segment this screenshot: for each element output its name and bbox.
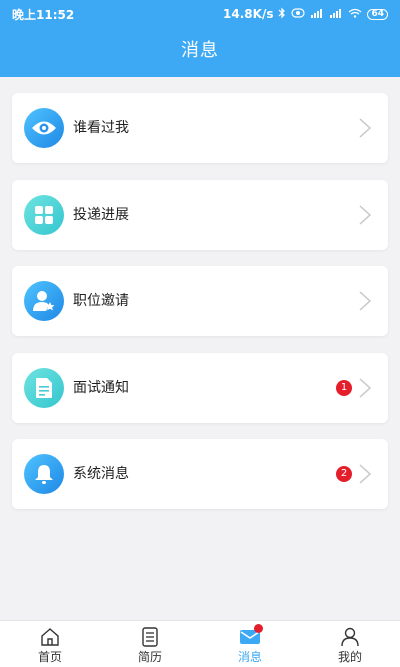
list-item-job-invitation[interactable]: 职位邀请 — [12, 266, 388, 336]
status-bar: 晚上11:52 14.8K/s 64 — [0, 0, 400, 28]
signal-icon-2 — [329, 7, 343, 21]
status-indicators: 14.8K/s 64 — [223, 7, 388, 22]
list-item-label: 职位邀请 — [73, 293, 129, 309]
eye-comfort-icon — [291, 7, 306, 21]
list-item-label: 投递进展 — [73, 207, 129, 223]
grid-icon — [24, 195, 64, 235]
header-bar: 晚上11:52 14.8K/s 64 消息 — [0, 0, 400, 77]
mail-icon — [239, 624, 263, 647]
list-item-label: 谁看过我 — [73, 120, 129, 136]
notification-dot — [254, 624, 263, 633]
tab-profile[interactable]: 我的 — [300, 621, 400, 667]
bluetooth-icon — [278, 7, 286, 22]
network-speed: 14.8K/s — [223, 7, 274, 21]
tab-resume[interactable]: 简历 — [100, 621, 200, 667]
list-item-application-progress[interactable]: 投递进展 — [12, 180, 388, 250]
chevron-right-icon — [359, 291, 372, 311]
user-star-icon — [24, 281, 64, 321]
bottom-tab-bar: 首页 简历 消息 我的 — [0, 620, 400, 667]
person-icon — [341, 627, 359, 647]
chevron-right-icon — [359, 378, 372, 398]
chevron-right-icon — [359, 464, 372, 484]
signal-icon — [310, 7, 324, 21]
chevron-right-icon — [359, 205, 372, 225]
list-item-label: 面试通知 — [73, 380, 129, 396]
resume-icon — [142, 627, 158, 647]
bell-icon — [24, 454, 64, 494]
tab-label: 简历 — [137, 650, 162, 664]
list-item-who-viewed-me[interactable]: 谁看过我 — [12, 93, 388, 163]
battery-icon: 64 — [367, 8, 388, 20]
tab-label: 首页 — [37, 650, 62, 664]
wifi-icon — [348, 7, 362, 21]
document-icon — [24, 368, 64, 408]
unread-badge: 1 — [336, 380, 352, 396]
tab-label: 消息 — [237, 650, 262, 664]
tab-label: 我的 — [337, 650, 362, 664]
home-icon — [41, 628, 59, 646]
list-item-system-messages[interactable]: 系统消息 2 — [12, 439, 388, 509]
status-time: 晚上11:52 — [12, 7, 75, 22]
chevron-right-icon — [359, 118, 372, 138]
page-title: 消息 — [181, 40, 219, 61]
unread-badge: 2 — [336, 466, 352, 482]
tab-home[interactable]: 首页 — [0, 621, 100, 667]
list-item-label: 系统消息 — [73, 466, 129, 482]
tab-messages[interactable]: 消息 — [200, 621, 300, 667]
eye-icon — [24, 108, 64, 148]
list-item-interview-notice[interactable]: 面试通知 1 — [12, 353, 388, 423]
